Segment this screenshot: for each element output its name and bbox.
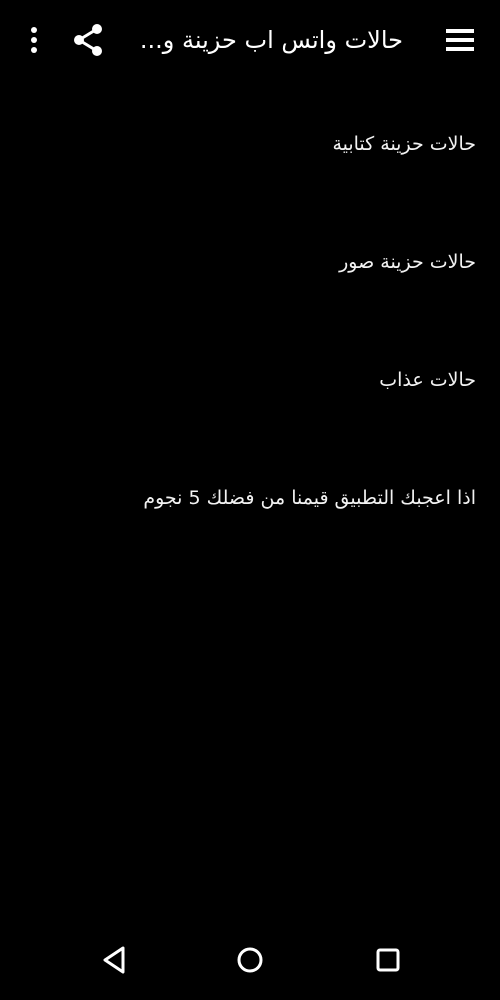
back-button[interactable]	[88, 934, 140, 986]
hamburger-menu-icon	[446, 29, 474, 51]
overflow-menu-button[interactable]	[6, 12, 62, 68]
app-title: حالات واتس اب حزينة و...	[139, 26, 403, 54]
menu-list: حالات حزينة كتابية حالات حزينة صور حالات…	[0, 85, 500, 557]
list-item-label: حالات عذاب	[379, 369, 476, 391]
list-item-torment-statuses[interactable]: حالات عذاب	[0, 321, 500, 439]
system-navigation-bar	[0, 920, 500, 1000]
list-item-label: اذا اعجبك التطبيق قيمنا من فضلك 5 نجوم	[143, 487, 476, 509]
drawer-menu-button[interactable]	[432, 12, 488, 68]
more-vert-icon	[31, 27, 37, 53]
recents-square-icon	[376, 948, 400, 972]
list-item-sad-text-statuses[interactable]: حالات حزينة كتابية	[0, 85, 500, 203]
app-bar: حالات واتس اب حزينة و...	[0, 0, 500, 80]
back-triangle-icon	[103, 946, 125, 974]
home-circle-icon	[237, 947, 263, 973]
list-item-sad-image-statuses[interactable]: حالات حزينة صور	[0, 203, 500, 321]
list-item-rate-app[interactable]: اذا اعجبك التطبيق قيمنا من فضلك 5 نجوم	[0, 439, 500, 557]
list-item-label: حالات حزينة صور	[339, 251, 476, 273]
share-button[interactable]	[60, 12, 116, 68]
share-icon	[74, 24, 102, 56]
list-item-label: حالات حزينة كتابية	[332, 133, 476, 155]
home-button[interactable]	[224, 934, 276, 986]
recents-button[interactable]	[362, 934, 414, 986]
